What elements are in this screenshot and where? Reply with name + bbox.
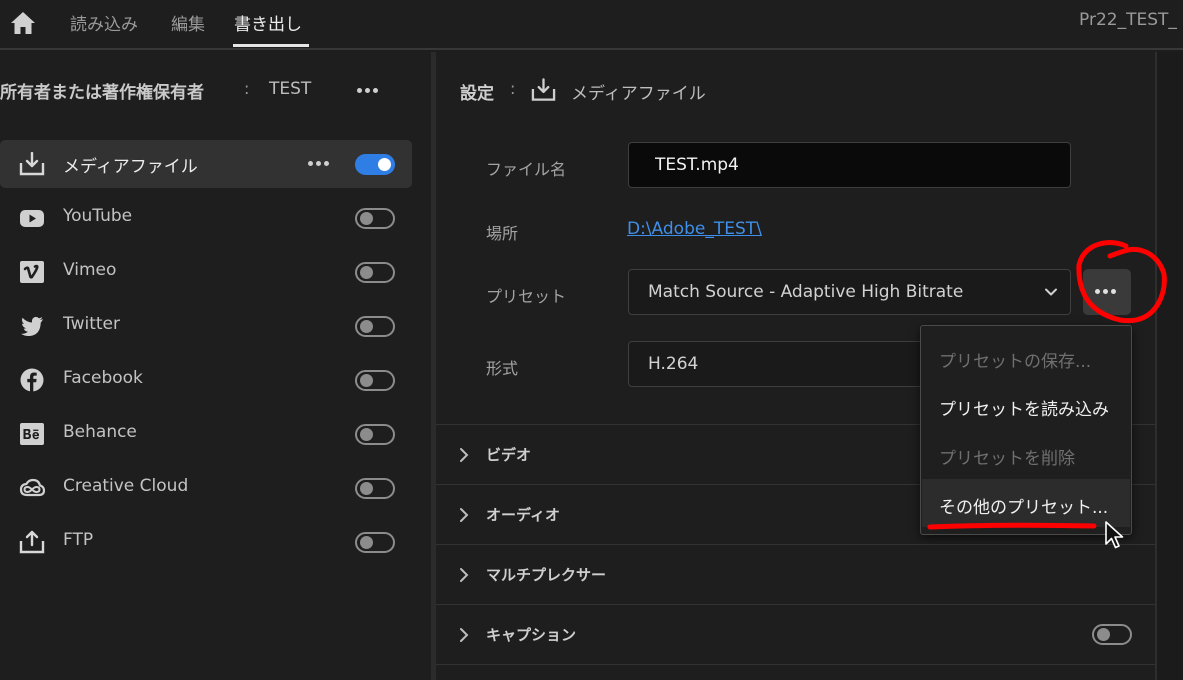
menu-item-label: プリセットを読み込み bbox=[939, 400, 1109, 420]
menu-item-more-presets[interactable]: その他のプリセット... bbox=[922, 479, 1130, 527]
tab-import[interactable]: 読み込み bbox=[70, 10, 138, 35]
destination-behance[interactable]: Behance bbox=[0, 410, 412, 458]
destination-ftp[interactable]: FTP bbox=[0, 518, 412, 566]
destination-youtube[interactable]: YouTube bbox=[0, 194, 412, 242]
menu-item-label: プリセットを削除 bbox=[939, 449, 1075, 469]
preset-menu: プリセットの保存... プリセットを読み込み プリセットを削除 その他のプリセッ… bbox=[920, 325, 1132, 535]
preset-value: Match Source - Adaptive High Bitrate bbox=[648, 282, 964, 302]
chevron-down-icon bbox=[1045, 288, 1057, 296]
section-captions[interactable]: キャプション bbox=[436, 604, 1155, 680]
settings-colon: : bbox=[510, 79, 516, 98]
menu-item-save-preset[interactable]: プリセットの保存... bbox=[922, 333, 1130, 381]
preset-more-button[interactable] bbox=[1083, 269, 1131, 315]
download-icon bbox=[19, 152, 45, 176]
destination-label: Creative Cloud bbox=[63, 476, 189, 496]
section-divider bbox=[436, 664, 1155, 665]
destination-vimeo[interactable]: Vimeo bbox=[0, 248, 412, 296]
ftp-toggle[interactable] bbox=[355, 532, 395, 553]
menu-item-import-preset[interactable]: プリセットを読み込み bbox=[922, 381, 1130, 429]
settings-destination: メディアファイル bbox=[571, 84, 706, 104]
preset-select[interactable]: Match Source - Adaptive High Bitrate bbox=[628, 269, 1071, 315]
owner-more-button[interactable] bbox=[357, 88, 378, 93]
twitter-icon bbox=[21, 316, 43, 337]
home-icon[interactable] bbox=[9, 10, 37, 36]
section-label: キャプション bbox=[486, 626, 577, 644]
location-link[interactable]: D:\Adobe_TEST\ bbox=[627, 219, 762, 239]
twitter-toggle[interactable] bbox=[355, 316, 395, 337]
media-file-more-button[interactable] bbox=[308, 161, 329, 166]
vimeo-icon bbox=[20, 261, 44, 283]
destination-label: Vimeo bbox=[63, 260, 117, 280]
destination-media-file[interactable]: メディアファイル bbox=[0, 140, 412, 188]
preset-label: プリセット bbox=[486, 287, 567, 306]
facebook-toggle[interactable] bbox=[355, 370, 395, 391]
download-icon bbox=[531, 78, 556, 101]
behance-toggle[interactable] bbox=[355, 424, 395, 445]
destination-creative-cloud[interactable]: Creative Cloud bbox=[0, 464, 412, 512]
menu-item-delete-preset[interactable]: プリセットを削除 bbox=[922, 430, 1130, 478]
owner-colon: : bbox=[244, 79, 250, 98]
upload-icon bbox=[19, 530, 45, 554]
captions-toggle[interactable] bbox=[1092, 624, 1132, 645]
section-label: マルチプレクサー bbox=[486, 566, 607, 584]
location-label: 場所 bbox=[486, 224, 519, 243]
section-label: ビデオ bbox=[486, 446, 532, 464]
tab-export[interactable]: 書き出し bbox=[234, 10, 302, 35]
media-file-toggle[interactable] bbox=[355, 154, 395, 175]
youtube-toggle[interactable] bbox=[355, 208, 395, 229]
chevron-right-icon bbox=[460, 628, 469, 642]
section-multiplexer[interactable]: マルチプレクサー bbox=[436, 544, 1155, 604]
active-tab-indicator bbox=[233, 44, 309, 47]
filename-label: ファイル名 bbox=[486, 160, 567, 179]
destination-label: Twitter bbox=[63, 314, 120, 334]
format-value: H.264 bbox=[648, 354, 699, 374]
top-bar: 読み込み 編集 書き出し Pr22_TEST_ bbox=[0, 0, 1183, 50]
menu-item-label: その他のプリセット... bbox=[939, 498, 1109, 518]
settings-title: 設定 bbox=[460, 84, 494, 104]
destination-label: Behance bbox=[63, 422, 137, 442]
format-label: 形式 bbox=[486, 359, 519, 378]
project-name: Pr22_TEST_ bbox=[1079, 10, 1177, 30]
more-icon bbox=[1095, 289, 1116, 294]
destination-label: FTP bbox=[63, 530, 94, 550]
tab-edit[interactable]: 編集 bbox=[171, 10, 205, 35]
vimeo-toggle[interactable] bbox=[355, 262, 395, 283]
chevron-right-icon bbox=[460, 508, 469, 522]
destination-twitter[interactable]: Twitter bbox=[0, 302, 412, 350]
owner-value[interactable]: TEST bbox=[269, 79, 311, 99]
destination-label: Facebook bbox=[63, 368, 143, 388]
chevron-right-icon bbox=[460, 448, 469, 462]
destination-facebook[interactable]: Facebook bbox=[0, 356, 412, 404]
chevron-right-icon bbox=[460, 568, 469, 582]
section-label: オーディオ bbox=[486, 506, 560, 524]
creative-cloud-toggle[interactable] bbox=[355, 478, 395, 499]
filename-input[interactable] bbox=[628, 142, 1071, 188]
destination-panel: 所有者または著作権保有者 : TEST メディアファイル YouTube Vim… bbox=[0, 52, 431, 680]
creative-cloud-icon bbox=[19, 478, 45, 497]
destination-label: YouTube bbox=[63, 206, 133, 226]
owner-label: 所有者または著作権保有者 bbox=[0, 83, 204, 103]
destination-label: メディアファイル bbox=[63, 157, 198, 177]
facebook-icon bbox=[20, 368, 44, 392]
behance-icon bbox=[20, 423, 44, 445]
menu-item-label: プリセットの保存... bbox=[939, 352, 1092, 372]
right-panel-edge bbox=[1155, 52, 1183, 680]
youtube-icon bbox=[20, 210, 44, 227]
